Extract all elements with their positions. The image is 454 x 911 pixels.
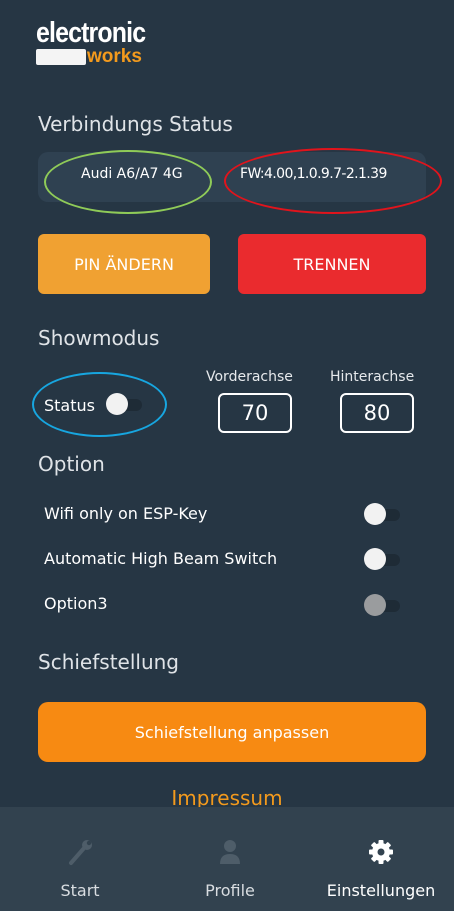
option-wifi-esp-key-toggle[interactable] <box>364 503 404 525</box>
option-high-beam-label: Automatic High Beam Switch <box>44 549 278 568</box>
wrench-icon <box>65 837 95 867</box>
rear-axle-value-field[interactable]: 80 <box>340 393 414 433</box>
nav-item-settings[interactable]: Einstellungen <box>316 807 446 911</box>
disconnect-button[interactable]: TRENNEN <box>238 234 426 294</box>
highlight-circle-blue <box>32 372 167 437</box>
highlight-circle-red <box>224 148 442 214</box>
option-high-beam-toggle[interactable] <box>364 548 404 570</box>
logo-text-electronic: electronic <box>36 17 146 49</box>
connection-status-title: Verbindungs Status <box>38 112 233 136</box>
option3-toggle[interactable] <box>364 594 404 616</box>
front-axle-value-field[interactable]: 70 <box>218 393 292 433</box>
toggle-knob <box>364 594 386 616</box>
nav-label-start: Start <box>60 881 100 900</box>
option-title: Option <box>38 452 105 476</box>
option3-label: Option3 <box>44 594 108 613</box>
showmode-title: Showmodus <box>38 326 160 350</box>
app-logo: electronic works <box>36 18 163 66</box>
nav-item-profile[interactable]: Profile <box>190 807 270 911</box>
user-icon <box>215 837 245 867</box>
adjust-tilt-button[interactable]: Schiefstellung anpassen <box>38 702 426 762</box>
toggle-knob <box>364 548 386 570</box>
nav-label-profile: Profile <box>205 881 255 900</box>
gear-icon <box>366 837 396 867</box>
option-wifi-esp-key-label: Wifi only on ESP-Key <box>44 504 208 523</box>
toggle-knob <box>364 503 386 525</box>
change-pin-button[interactable]: PIN ÄNDERN <box>38 234 210 294</box>
front-axle-label: Vorderachse <box>206 369 293 385</box>
nav-label-settings: Einstellungen <box>326 881 436 900</box>
logo-text-works: works <box>87 46 142 67</box>
nav-item-start[interactable]: Start <box>40 807 120 911</box>
logo-redacted-block <box>36 49 86 65</box>
bottom-navigation: Start Profile Einstellungen <box>0 807 454 911</box>
tilt-title: Schiefstellung <box>38 650 179 674</box>
rear-axle-label: Hinterachse <box>330 369 415 385</box>
highlight-circle-green <box>44 150 212 214</box>
